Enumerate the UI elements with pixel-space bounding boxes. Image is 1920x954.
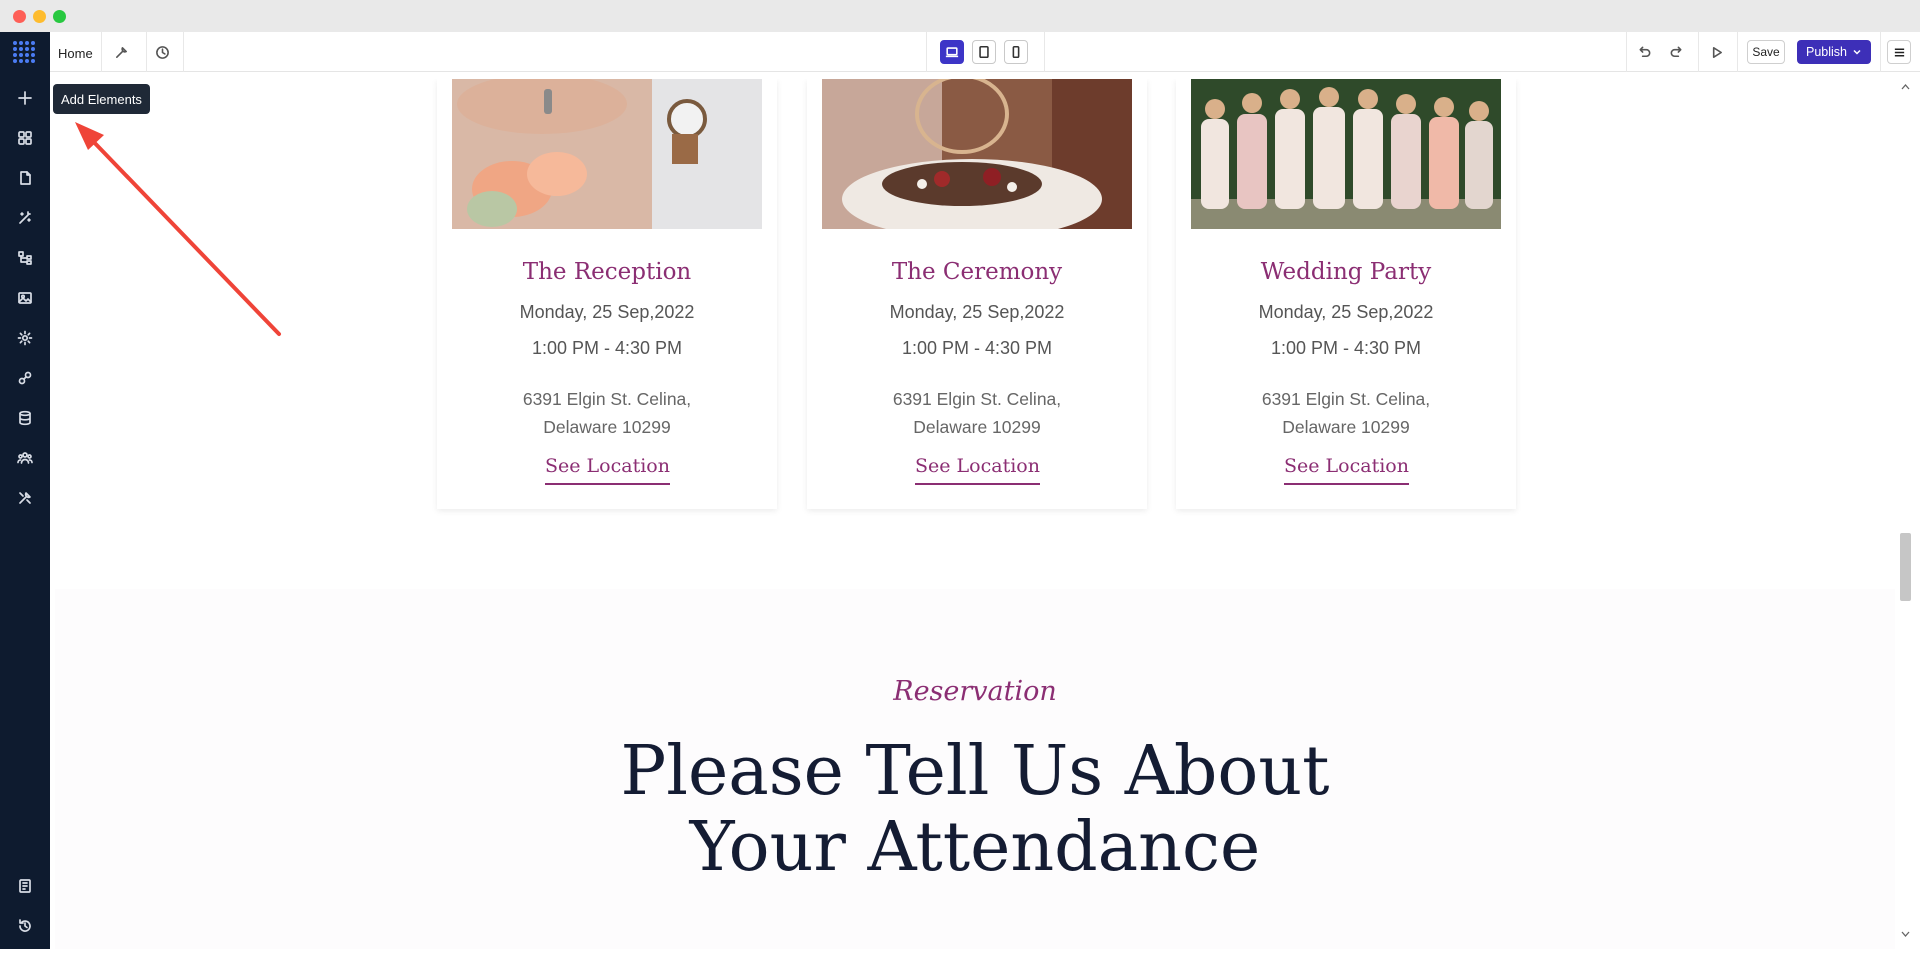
scrollbar-thumb[interactable] <box>1900 533 1911 601</box>
annotation-arrow <box>75 122 281 336</box>
canvas-scrollbar[interactable] <box>1898 72 1913 949</box>
